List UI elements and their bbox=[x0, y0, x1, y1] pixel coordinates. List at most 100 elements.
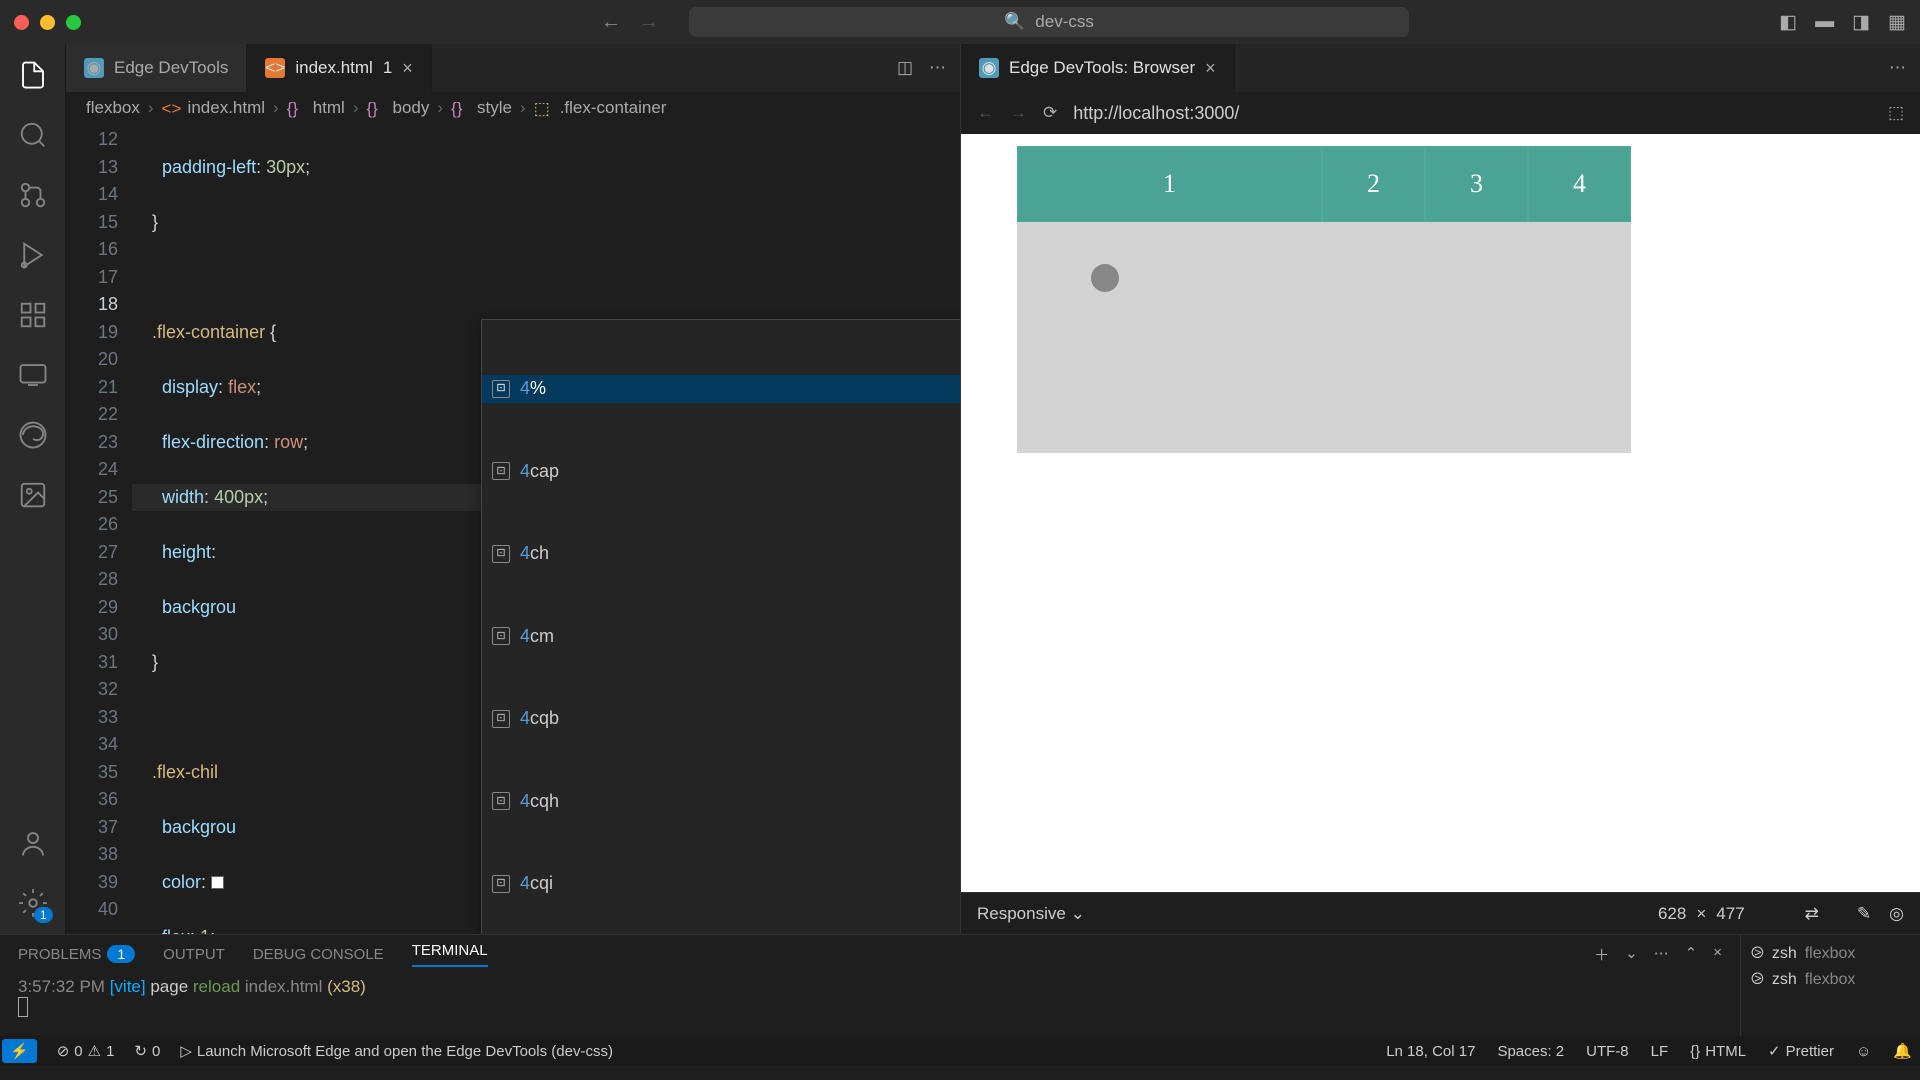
encoding[interactable]: UTF-8 bbox=[1586, 1043, 1629, 1060]
close-window-icon[interactable] bbox=[14, 15, 29, 30]
launch-task[interactable]: ▷Launch Microsoft Edge and open the Edge… bbox=[180, 1042, 613, 1060]
value-icon: ⊡ bbox=[492, 545, 510, 563]
cursor-position[interactable]: Ln 18, Col 17 bbox=[1386, 1043, 1475, 1060]
preview-flex-container: 1 2 3 4 bbox=[1017, 146, 1631, 222]
terminal-item[interactable]: ⧁zsh flexbox bbox=[1751, 941, 1910, 967]
terminal-list: ⧁zsh flexbox ⧁zsh flexbox bbox=[1740, 935, 1920, 1036]
terminal-cursor bbox=[18, 997, 28, 1017]
explorer-icon[interactable] bbox=[17, 59, 49, 91]
image-icon[interactable] bbox=[17, 479, 49, 511]
eol[interactable]: LF bbox=[1651, 1043, 1669, 1060]
tab-browser[interactable]: ◉ Edge DevTools: Browser × bbox=[961, 44, 1235, 92]
layout-grid-icon[interactable]: ▦ bbox=[1888, 11, 1906, 34]
remote-indicator[interactable]: ⚡ bbox=[2, 1039, 37, 1063]
more-panel-icon[interactable]: ⋯ bbox=[1654, 944, 1669, 965]
tab-debug-console[interactable]: DEBUG CONSOLE bbox=[253, 946, 384, 963]
preview-cell: 3 bbox=[1425, 146, 1528, 222]
viewport-width[interactable]: 628 bbox=[1658, 904, 1686, 924]
page-preview: 1 2 3 4 bbox=[1017, 146, 1631, 453]
value-icon: ⊡ bbox=[492, 627, 510, 645]
preview-cell: 1 bbox=[1017, 146, 1322, 222]
code-content[interactable]: padding-left: 30px; } .flex-container { … bbox=[132, 124, 960, 934]
command-center[interactable]: 🔍 dev-css bbox=[689, 7, 1409, 37]
browser-tab-actions: ⋯ bbox=[1889, 44, 1920, 92]
terminal-output[interactable]: 3:57:32 PM [vite] page reload index.html… bbox=[0, 973, 1740, 1036]
bell-icon[interactable]: 🔔 bbox=[1893, 1042, 1912, 1060]
viewport-height[interactable]: 477 bbox=[1716, 904, 1744, 924]
url-bar[interactable]: http://localhost:3000/ bbox=[1073, 103, 1239, 124]
debug-icon[interactable] bbox=[17, 239, 49, 271]
new-terminal-icon[interactable]: ＋ bbox=[1594, 944, 1609, 965]
bc-html[interactable]: html bbox=[313, 98, 345, 118]
bc-style[interactable]: style bbox=[477, 98, 512, 118]
tab-dirty-indicator: 1 bbox=[383, 58, 392, 78]
more-actions-icon[interactable]: ⋯ bbox=[929, 58, 946, 78]
value-icon: ⊡ bbox=[492, 380, 510, 398]
target-icon[interactable]: ◎ bbox=[1889, 904, 1904, 924]
browser-viewport[interactable]: 1 2 3 4 bbox=[961, 134, 1920, 892]
split-editor-icon[interactable]: ◫ bbox=[897, 58, 913, 78]
close-panel-icon[interactable]: × bbox=[1713, 944, 1722, 965]
indentation[interactable]: Spaces: 2 bbox=[1497, 1043, 1564, 1060]
editor-area: ◉ Edge DevTools <> index.html 1 × ◫ ⋯ fl… bbox=[66, 44, 960, 934]
forward-arrow-icon[interactable]: → bbox=[639, 11, 659, 34]
code-editor[interactable]: 1213141516171819202122232425262728293031… bbox=[66, 124, 960, 934]
browser-forward-icon[interactable]: → bbox=[1010, 103, 1027, 123]
tab-output[interactable]: OUTPUT bbox=[163, 946, 225, 963]
bc-body[interactable]: body bbox=[393, 98, 430, 118]
minimize-window-icon[interactable] bbox=[40, 15, 55, 30]
responsive-dropdown[interactable]: Responsive ⌄ bbox=[977, 904, 1085, 924]
bc-selector[interactable]: .flex-container bbox=[560, 98, 667, 118]
language-mode[interactable]: {} HTML bbox=[1690, 1043, 1746, 1060]
extensions-icon[interactable] bbox=[17, 299, 49, 331]
search-activity-icon[interactable] bbox=[17, 119, 49, 151]
source-control-icon[interactable] bbox=[17, 179, 49, 211]
ports-indicator[interactable]: ↻0 bbox=[134, 1042, 160, 1060]
autocomplete-item[interactable]: ⊡4% bbox=[482, 375, 960, 403]
maximize-panel-icon[interactable]: ⌃ bbox=[1685, 944, 1698, 965]
edge-icon[interactable] bbox=[17, 419, 49, 451]
autocomplete-item[interactable]: ⊡4cqb bbox=[482, 705, 960, 733]
terminal-item[interactable]: ⧁zsh flexbox bbox=[1751, 967, 1910, 993]
eyedropper-icon[interactable]: ✎ bbox=[1857, 904, 1871, 924]
rotate-icon[interactable]: ⇄ bbox=[1805, 904, 1819, 924]
errors-indicator[interactable]: ⊘0 ⚠1 bbox=[57, 1042, 115, 1060]
settings-gear-icon[interactable]: 1 bbox=[17, 887, 49, 919]
tab-index-html[interactable]: <> index.html 1 × bbox=[247, 44, 431, 92]
preview-cell: 4 bbox=[1528, 146, 1631, 222]
split-terminal-chevron-icon[interactable]: ⌄ bbox=[1625, 944, 1638, 965]
autocomplete-item[interactable]: ⊡4cqi bbox=[482, 870, 960, 898]
remote-explorer-icon[interactable] bbox=[17, 359, 49, 391]
tab-terminal[interactable]: TERMINAL bbox=[412, 942, 488, 967]
autocomplete-item[interactable]: ⊡4cap bbox=[482, 458, 960, 486]
back-arrow-icon[interactable]: ← bbox=[601, 11, 621, 34]
panel-actions: ＋ ⌄ ⋯ ⌃ × bbox=[1594, 944, 1722, 965]
tab-devtools[interactable]: ◉ Edge DevTools bbox=[66, 44, 247, 92]
breadcrumbs[interactable]: flexbox › <> index.html › {} html › {} b… bbox=[66, 92, 960, 124]
browser-back-icon[interactable]: ← bbox=[977, 103, 994, 123]
close-tab-icon[interactable]: × bbox=[402, 58, 413, 79]
browser-reload-icon[interactable]: ⟳ bbox=[1043, 103, 1057, 123]
account-icon[interactable] bbox=[17, 827, 49, 859]
autocomplete-item[interactable]: ⊡4cqh bbox=[482, 788, 960, 816]
autocomplete-popup[interactable]: ⊡4% ⊡4cap ⊡4ch ⊡4cm ⊡4cqb ⊡4cqh ⊡4cqi ⊡4… bbox=[481, 319, 960, 934]
bc-file[interactable]: index.html bbox=[188, 98, 265, 118]
feedback-icon[interactable]: ☺ bbox=[1856, 1043, 1871, 1060]
error-icon: ⊘ bbox=[57, 1042, 70, 1060]
layout-sidebar-left-icon[interactable]: ◧ bbox=[1779, 11, 1797, 34]
autocomplete-item[interactable]: ⊡4cm bbox=[482, 623, 960, 651]
layout-sidebar-right-icon[interactable]: ◨ bbox=[1852, 11, 1870, 34]
layout-panel-icon[interactable]: ▬ bbox=[1815, 11, 1834, 34]
close-tab-icon[interactable]: × bbox=[1205, 58, 1216, 79]
tab-problems[interactable]: PROBLEMS1 bbox=[18, 946, 135, 963]
panel-tabs: PROBLEMS1 OUTPUT DEBUG CONSOLE TERMINAL … bbox=[0, 935, 1740, 973]
maximize-window-icon[interactable] bbox=[66, 15, 81, 30]
inspect-icon[interactable]: ⬚ bbox=[1888, 103, 1904, 123]
bc-folder[interactable]: flexbox bbox=[86, 98, 140, 118]
autocomplete-item[interactable]: ⊡4ch bbox=[482, 540, 960, 568]
more-actions-icon[interactable]: ⋯ bbox=[1889, 58, 1906, 78]
prettier-status[interactable]: ✓ Prettier bbox=[1768, 1042, 1834, 1060]
preview-cell: 2 bbox=[1322, 146, 1425, 222]
terminal-icon: ⧁ bbox=[1751, 945, 1764, 963]
check-icon: ✓ bbox=[1768, 1042, 1781, 1060]
